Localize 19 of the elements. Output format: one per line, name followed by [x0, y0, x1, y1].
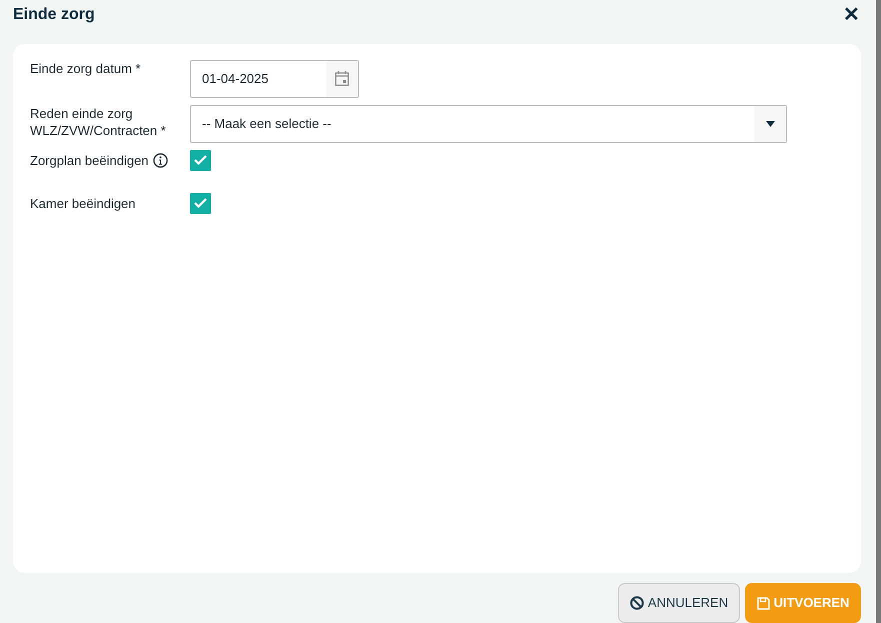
dialog-title: Einde zorg — [13, 4, 95, 25]
cancel-button[interactable]: ANNULEREN — [618, 583, 740, 623]
info-icon[interactable] — [152, 152, 168, 168]
caret-icon — [766, 120, 774, 127]
field-label: Einde zorg datum * — [30, 60, 141, 77]
save-icon — [756, 596, 770, 610]
checkbox[interactable] — [190, 150, 211, 171]
select-field[interactable]: -- Maak een selectie -- — [190, 104, 787, 143]
close-button[interactable]: ✕ — [843, 4, 860, 25]
field-label: Zorgplan beëindigen — [30, 152, 149, 169]
checkmark-icon — [194, 198, 207, 208]
date-field[interactable]: 01-04-2025 — [190, 60, 359, 98]
calendar-icon[interactable] — [335, 71, 349, 86]
checkbox[interactable] — [190, 192, 211, 214]
field-label: Reden einde zorg WLZ/ZVW/Contracten * — [30, 104, 167, 139]
field-label: Kamer beëindigen — [30, 194, 136, 212]
checkmark-icon — [194, 155, 207, 166]
date-input[interactable]: 01-04-2025 — [191, 60, 326, 97]
prohibited-icon — [630, 596, 644, 610]
